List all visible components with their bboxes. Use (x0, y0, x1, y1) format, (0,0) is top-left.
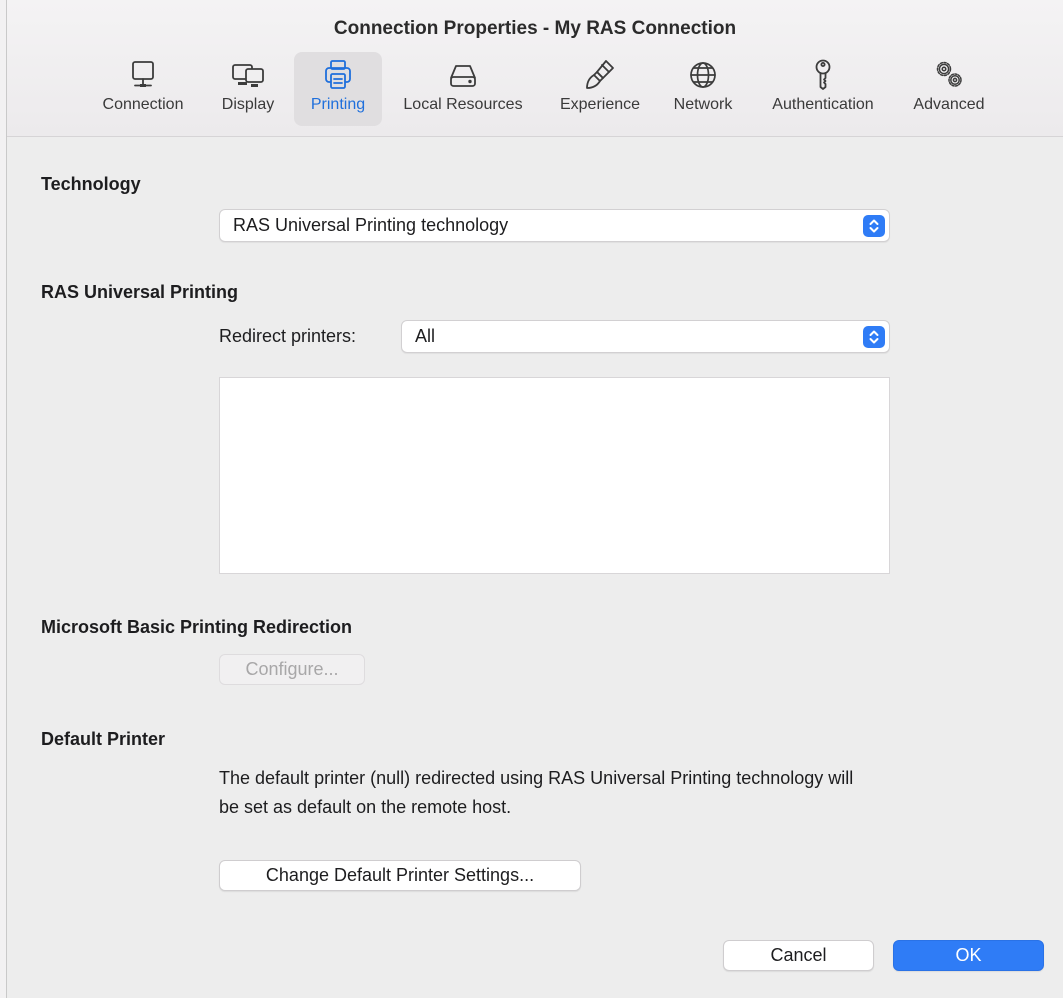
tab-local-resources[interactable]: Local Resources (388, 52, 538, 126)
window-title: Connection Properties - My RAS Connectio… (333, 18, 737, 39)
universal-printing-heading: RAS Universal Printing (41, 282, 239, 302)
monitor-icon (126, 58, 160, 92)
tab-advanced[interactable]: Advanced (902, 52, 996, 126)
connection-properties-window: Connection Properties - My RAS Connectio… (6, 0, 1063, 998)
drive-icon (446, 58, 480, 92)
tab-label: Local Resources (403, 96, 523, 113)
technology-select[interactable]: RAS Universal Printing technology (219, 209, 890, 242)
technology-select-value: RAS Universal Printing technology (233, 215, 509, 235)
chevron-updown-icon (863, 215, 885, 237)
globe-icon (686, 58, 720, 92)
description-line: be set as default on the remote host. (219, 797, 512, 817)
change-default-printer-button[interactable]: Change Default Printer Settings... (219, 860, 581, 891)
printers-list[interactable] (219, 377, 890, 574)
tab-authentication[interactable]: Authentication (755, 52, 891, 126)
tab-display[interactable]: Display (208, 52, 288, 126)
tab-label: Network (673, 96, 733, 113)
basic-printing-heading: Microsoft Basic Printing Redirection (41, 617, 353, 637)
ok-button[interactable]: OK (893, 940, 1044, 971)
tab-connection[interactable]: Connection (87, 52, 199, 126)
redirect-printers-select[interactable]: All (401, 320, 890, 353)
tab-label: Printing (310, 96, 366, 113)
tab-printing[interactable]: Printing (294, 52, 382, 126)
tab-label: Experience (559, 96, 641, 113)
description-line: The default printer (null) redirected us… (219, 768, 854, 788)
gears-icon (932, 58, 966, 92)
displays-icon (231, 58, 265, 92)
redirect-printers-label: Redirect printers: (219, 326, 357, 346)
technology-heading: Technology (41, 174, 141, 194)
default-printer-heading: Default Printer (41, 729, 166, 749)
tab-label: Authentication (772, 96, 874, 113)
chevron-updown-icon (863, 326, 885, 348)
tab-label: Connection (102, 96, 184, 113)
tab-label: Display (221, 96, 275, 113)
default-printer-description: The default printer (null) redirected us… (219, 764, 1019, 822)
tab-network[interactable]: Network (661, 52, 745, 126)
tab-experience[interactable]: Experience (548, 52, 652, 126)
redirect-printers-value: All (415, 326, 436, 346)
cancel-button[interactable]: Cancel (723, 940, 874, 971)
toolbar: Connection Properties - My RAS Connectio… (7, 0, 1063, 137)
tab-label: Advanced (913, 96, 985, 113)
printer-icon (321, 58, 355, 92)
key-icon (806, 58, 840, 92)
brush-icon (583, 58, 617, 92)
configure-button[interactable]: Configure... (219, 654, 365, 685)
